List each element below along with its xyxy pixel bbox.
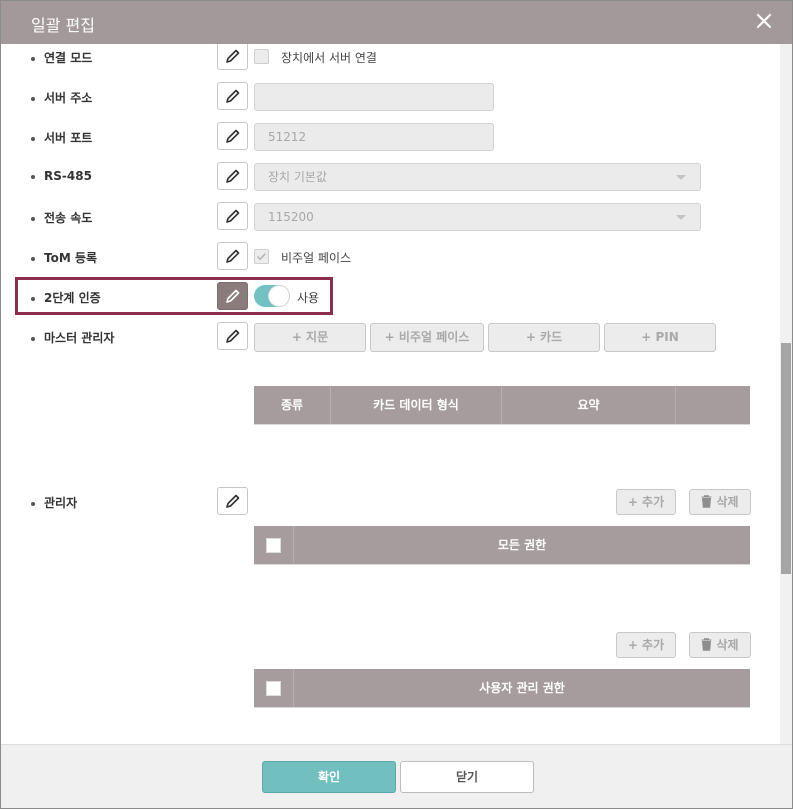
tom-visual-face-checkbox[interactable] bbox=[254, 249, 269, 264]
connection-mode-row-label: 연결 모드 bbox=[31, 49, 92, 66]
bullet-icon bbox=[31, 216, 35, 221]
baud-rate-select-value: 115200 bbox=[268, 210, 314, 224]
all-perm-delete-label: 삭제 bbox=[716, 495, 739, 509]
bullet-icon bbox=[31, 174, 35, 179]
tom-checkbox-label: 비주얼 페이스 bbox=[281, 251, 352, 265]
pencil-icon bbox=[226, 49, 240, 63]
column-header-user-management-permissions[interactable]: 사용자 관리 권한 bbox=[294, 669, 750, 707]
bullet-icon bbox=[31, 336, 35, 341]
all-permissions-select-all-checkbox[interactable] bbox=[266, 538, 281, 553]
user-perm-delete-label: 삭제 bbox=[716, 638, 739, 652]
pencil-icon bbox=[226, 289, 240, 303]
two-factor-row-label: 2단계 인증 bbox=[31, 289, 101, 306]
user-management-permissions-table-header: 사용자 관리 권한 bbox=[254, 669, 750, 708]
user-perm-delete-button[interactable]: 삭제 bbox=[689, 632, 751, 658]
pencil-icon bbox=[226, 209, 240, 223]
column-header-summary[interactable]: 요약 bbox=[502, 386, 675, 424]
master-admin-row-label: 마스터 관리자 bbox=[31, 329, 114, 346]
column-header-card-format[interactable]: 카드 데이터 형식 bbox=[331, 386, 501, 424]
pencil-icon bbox=[226, 494, 240, 508]
user-permissions-select-all-checkbox[interactable] bbox=[266, 681, 281, 696]
bullet-icon bbox=[31, 96, 35, 101]
rs485-select-value: 장치 기본값 bbox=[268, 170, 328, 184]
bullet-icon bbox=[31, 501, 35, 506]
server-port-edit-button[interactable] bbox=[217, 122, 248, 150]
two-factor-toggle-label: 사용 bbox=[297, 291, 320, 305]
bullet-icon bbox=[31, 56, 35, 61]
confirm-button[interactable]: 확인 bbox=[262, 761, 396, 793]
column-header-extra bbox=[676, 386, 750, 424]
rs485-row-label: RS-485 bbox=[31, 169, 92, 183]
server-address-input[interactable] bbox=[254, 83, 494, 111]
user-perm-add-button[interactable]: + 추가 bbox=[616, 632, 676, 658]
all-perm-add-button[interactable]: + 추가 bbox=[616, 489, 676, 515]
vertical-scrollbar[interactable] bbox=[780, 44, 792, 744]
two-factor-edit-button[interactable] bbox=[217, 282, 248, 310]
column-header-all-permissions[interactable]: 모든 권한 bbox=[294, 526, 750, 564]
baud-rate-row-label: 전송 속도 bbox=[31, 209, 92, 226]
add-card-button[interactable]: + 카드 bbox=[488, 323, 600, 352]
checkmark-icon bbox=[256, 252, 267, 261]
admin-edit-button[interactable] bbox=[217, 487, 248, 515]
master-admin-edit-button[interactable] bbox=[217, 322, 248, 350]
server-address-row-label: 서버 주소 bbox=[31, 89, 92, 106]
tom-row-label: ToM 등록 bbox=[31, 249, 97, 266]
toggle-knob bbox=[268, 285, 290, 307]
close-icon[interactable] bbox=[754, 11, 774, 31]
chevron-down-icon bbox=[676, 175, 686, 180]
close-button[interactable]: 닫기 bbox=[400, 761, 534, 793]
pencil-icon bbox=[226, 129, 240, 143]
chevron-down-icon bbox=[676, 215, 686, 220]
server-port-row-label: 서버 포트 bbox=[31, 129, 92, 146]
pencil-icon bbox=[226, 169, 240, 183]
dialog-titlebar: 일괄 편집 bbox=[1, 1, 792, 44]
two-factor-toggle[interactable] bbox=[254, 285, 290, 307]
baud-rate-edit-button[interactable] bbox=[217, 202, 248, 230]
rs485-edit-button[interactable] bbox=[217, 162, 248, 190]
pencil-icon bbox=[226, 329, 240, 343]
dialog-title: 일괄 편집 bbox=[31, 16, 95, 35]
trash-icon bbox=[701, 495, 712, 508]
master-admin-table-header: 종류 카드 데이터 형식 요약 bbox=[254, 386, 750, 425]
bullet-icon bbox=[31, 136, 35, 141]
bulk-edit-dialog: 일괄 편집 연결 모드 장치에서 서버 연결 서버 주소 서버 포트 51212… bbox=[0, 0, 793, 809]
server-port-input[interactable]: 51212 bbox=[254, 123, 494, 151]
bullet-icon bbox=[31, 296, 35, 301]
all-permissions-table-header: 모든 권한 bbox=[254, 526, 750, 565]
all-perm-delete-button[interactable]: 삭제 bbox=[689, 489, 751, 515]
add-visual-face-button[interactable]: + 비주얼 페이스 bbox=[370, 323, 484, 352]
scrollbar-thumb[interactable] bbox=[781, 343, 791, 574]
tom-edit-button[interactable] bbox=[217, 242, 248, 270]
baud-rate-select[interactable]: 115200 bbox=[254, 203, 701, 231]
add-fingerprint-button[interactable]: + 지문 bbox=[254, 323, 366, 352]
dialog-footer: 확인 닫기 bbox=[1, 744, 792, 808]
connection-mode-checkbox-label: 장치에서 서버 연결 bbox=[281, 51, 377, 65]
add-pin-button[interactable]: + PIN bbox=[604, 323, 716, 352]
pencil-icon bbox=[226, 89, 240, 103]
pencil-icon bbox=[226, 249, 240, 263]
connection-mode-edit-button[interactable] bbox=[217, 44, 248, 70]
column-header-type[interactable]: 종류 bbox=[254, 386, 330, 424]
connection-mode-checkbox[interactable] bbox=[254, 49, 269, 64]
dialog-content[interactable]: 연결 모드 장치에서 서버 연결 서버 주소 서버 포트 51212 RS-48… bbox=[1, 44, 780, 744]
admin-row-label: 관리자 bbox=[31, 494, 77, 511]
server-address-edit-button[interactable] bbox=[217, 82, 248, 110]
trash-icon bbox=[701, 638, 712, 651]
bullet-icon bbox=[31, 256, 35, 261]
rs485-select[interactable]: 장치 기본값 bbox=[254, 163, 701, 191]
